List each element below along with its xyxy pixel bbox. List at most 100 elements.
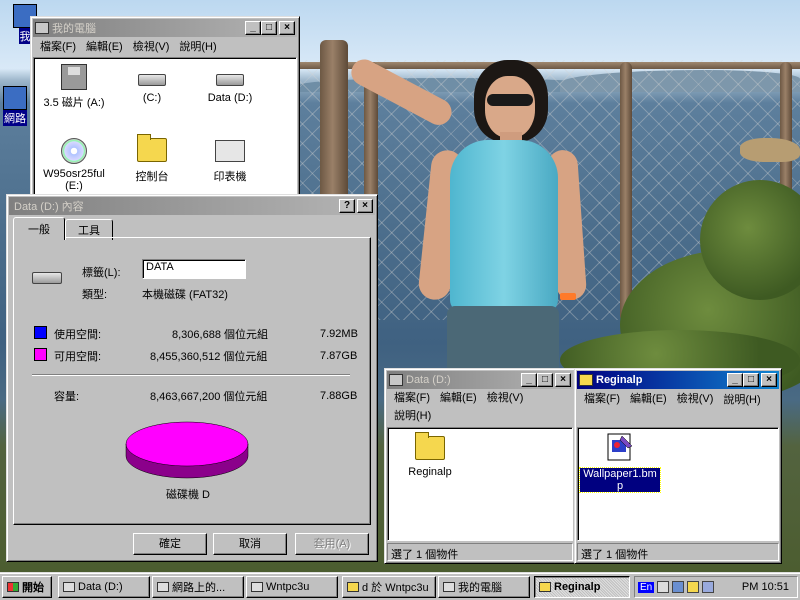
taskbar-button-reginalp[interactable]: Reginalp (534, 576, 630, 598)
window-title: 我的電腦 (52, 23, 96, 35)
free-caption: 可用空間: (54, 351, 102, 363)
used-size: 7.92MB (320, 328, 358, 340)
menu-edit[interactable]: 編輯(E) (625, 390, 672, 406)
printer-icon (215, 140, 245, 162)
tab-general[interactable]: 一般 (13, 217, 65, 240)
close-button[interactable]: × (279, 21, 295, 35)
taskbar-button-d-on-wntpc3u[interactable]: d 於 Wntpc3u (342, 576, 436, 598)
maximize-button[interactable]: □ (537, 373, 553, 387)
status-bar: 選了 1 個物件 (387, 543, 573, 561)
tab-panel-general: 標籤(L): DATA 類型: 本機磁碟 (FAT32) 使用空間: 8,306… (13, 237, 371, 525)
windows-logo-icon (7, 582, 19, 592)
free-bytes: 8,455,360,512 個位元組 (150, 351, 268, 363)
my-computer-content: 3.5 磁片 (A:) (C:) Data (D:) W95osr25ful (… (33, 57, 297, 203)
type-value: 本機磁碟 (FAT32) (142, 289, 228, 301)
window-title: Data (D:) (406, 374, 451, 386)
ime-icon[interactable] (687, 581, 700, 593)
ok-button[interactable]: 確定 (133, 533, 207, 555)
menu-view[interactable]: 檢視(V) (482, 389, 529, 405)
close-button[interactable]: × (761, 373, 777, 387)
computer-icon (251, 582, 263, 592)
minimize-button[interactable]: _ (521, 373, 537, 387)
folder-reginalp[interactable]: Reginalp (394, 432, 466, 478)
menu-bar: 檔案(F) 編輯(E) 檢視(V) 說明(H) (577, 389, 779, 423)
free-size: 7.87GB (320, 350, 358, 362)
drive-d[interactable]: Data (D:) (194, 74, 266, 104)
apply-button[interactable]: 套用(A) (295, 533, 369, 555)
menu-file[interactable]: 檔案(F) (35, 38, 81, 54)
computer-icon (35, 22, 49, 34)
my-computer-titlebar[interactable]: 我的電腦 _ □ × (33, 19, 297, 37)
system-tray: En PM 10:51 (634, 576, 798, 598)
menu-file[interactable]: 檔案(F) (579, 390, 625, 406)
data-d-content: Reginalp (387, 427, 573, 541)
control-panel[interactable]: 控制台 (116, 134, 188, 184)
used-space-swatch (34, 326, 47, 339)
drive-caption: 磁碟機 D (166, 489, 210, 501)
network-icon (157, 582, 169, 592)
menu-help[interactable]: 說明(H) (718, 391, 765, 407)
minimize-button[interactable]: _ (245, 21, 261, 35)
menu-edit[interactable]: 編輯(E) (435, 389, 482, 405)
volume-label-field[interactable]: DATA (142, 259, 246, 279)
menu-bar: 檔案(F) 編輯(E) 檢視(V) 說明(H) (33, 37, 297, 55)
taskbar-button-wntpc3u[interactable]: Wntpc3u (246, 576, 338, 598)
disk-usage-pie-chart (125, 421, 249, 479)
taskbar-button-my-computer[interactable]: 我的電腦 (438, 576, 530, 598)
menu-help[interactable]: 說明(H) (389, 407, 436, 423)
hard-drive-icon (138, 74, 166, 86)
network-icon (3, 86, 27, 110)
reginalp-titlebar[interactable]: Reginalp _ □ × (577, 371, 779, 389)
data-d-titlebar[interactable]: Data (D:) _ □ × (387, 371, 573, 389)
cdrom-icon (61, 138, 87, 164)
minimize-button[interactable]: _ (727, 373, 743, 387)
language-indicator[interactable]: En (638, 581, 655, 593)
data-d-window[interactable]: Data (D:) _ □ × 檔案(F) 編輯(E) 檢視(V) 說明(H) … (384, 368, 576, 564)
window-title: Reginalp (596, 374, 643, 386)
scheduler-icon[interactable] (702, 581, 715, 593)
close-button[interactable]: × (357, 199, 373, 213)
capacity-caption: 容量: (54, 391, 80, 403)
label-caption: 標籤(L): (82, 267, 121, 279)
clock[interactable]: PM 10:51 (742, 581, 789, 593)
reginalp-content: Wallpaper1.bmp (577, 427, 779, 541)
my-computer-window[interactable]: 我的電腦 _ □ × 檔案(F) 編輯(E) 檢視(V) 說明(H) 3.5 磁… (30, 16, 300, 206)
drive-icon (389, 374, 403, 386)
printers[interactable]: 印表機 (194, 138, 266, 184)
network-tray-icon[interactable] (672, 581, 685, 593)
start-button[interactable]: 開始 (2, 576, 52, 598)
help-button[interactable]: ? (339, 199, 355, 213)
properties-titlebar[interactable]: Data (D:) 內容 ? × (9, 197, 375, 215)
menu-file[interactable]: 檔案(F) (389, 389, 435, 405)
folder-icon (579, 374, 593, 386)
cancel-button[interactable]: 取消 (213, 533, 287, 555)
drive-a[interactable]: 3.5 磁片 (A:) (38, 64, 110, 110)
dialog-title: Data (D:) 內容 (14, 201, 84, 213)
file-wallpaper1[interactable]: Wallpaper1.bmp (579, 432, 661, 493)
maximize-button[interactable]: □ (743, 373, 759, 387)
maximize-button[interactable]: □ (261, 21, 277, 35)
desktop-icon-network[interactable]: 網路 (0, 86, 30, 126)
menu-bar: 檔案(F) 編輯(E) 檢視(V) 說明(H) (387, 389, 573, 423)
menu-view[interactable]: 檢視(V) (128, 38, 175, 54)
menu-edit[interactable]: 編輯(E) (81, 38, 128, 54)
type-caption: 類型: (82, 289, 108, 301)
reginalp-window[interactable]: Reginalp _ □ × 檔案(F) 編輯(E) 檢視(V) 說明(H) W… (574, 368, 782, 564)
taskbar-button-network[interactable]: 網路上的... (152, 576, 244, 598)
folder-icon (415, 432, 445, 460)
taskbar-button-data-d[interactable]: Data (D:) (58, 576, 150, 598)
close-button[interactable]: × (555, 373, 571, 387)
menu-help[interactable]: 說明(H) (174, 38, 221, 54)
drive-e[interactable]: W95osr25ful (E:) (38, 138, 110, 192)
volume-icon[interactable] (657, 581, 670, 593)
drive-properties-dialog[interactable]: Data (D:) 內容 ? × 一般 工具 標籤(L): DATA 類型: 本… (6, 194, 378, 562)
used-caption: 使用空間: (54, 329, 102, 341)
floppy-drive-icon (61, 64, 87, 90)
bitmap-image-icon (607, 433, 633, 461)
free-space-swatch (34, 348, 47, 361)
menu-view[interactable]: 檢視(V) (672, 390, 719, 406)
drive-c[interactable]: (C:) (116, 74, 188, 104)
drive-icon (63, 582, 75, 592)
status-bar: 選了 1 個物件 (577, 543, 779, 561)
computer-icon (443, 582, 455, 592)
